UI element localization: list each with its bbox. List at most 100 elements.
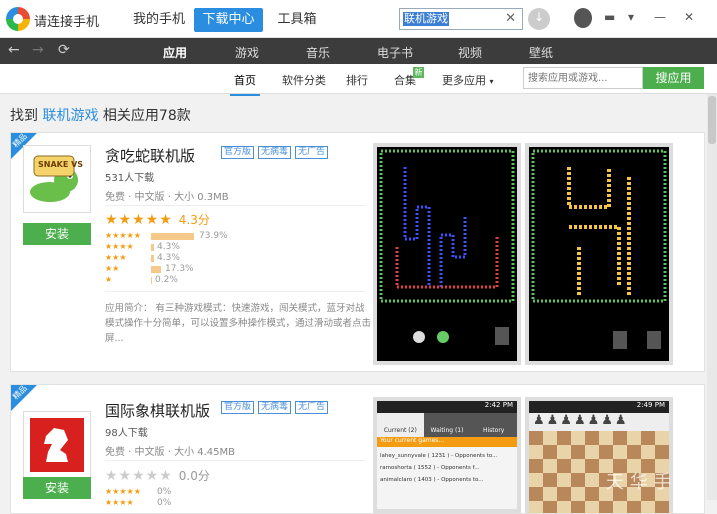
download-icon[interactable] (528, 8, 550, 30)
watermark-text: 天 华 手 (606, 472, 672, 493)
notification-icon[interactable] (574, 8, 592, 28)
rating-score: 4.3分 (178, 213, 210, 227)
row-percent: 73.9% (199, 231, 228, 241)
row-percent: 4.3% (157, 242, 180, 252)
app-logo-icon (6, 7, 30, 31)
category-nav: ← → ⟳ 应用 游戏 音乐 电子书 视频 壁纸 (0, 38, 717, 67)
chess-tabs: Current (2) Waiting (1) History (377, 413, 517, 437)
rating: ★★★★★ 0.0分 (105, 467, 210, 484)
download-count: 98人下载 (105, 428, 148, 439)
rating: ★★★★★ 4.3分 (105, 211, 210, 228)
category-games[interactable]: 游戏 (235, 44, 259, 61)
screenshot-2[interactable] (525, 143, 673, 365)
category-ebooks[interactable]: 电子书 (377, 44, 413, 61)
status-bar: 2:49 PM (529, 401, 669, 413)
row-stars: ★★★ (105, 253, 127, 262)
row-stars: ★★★★★ (105, 231, 141, 240)
chess-tab: History (483, 427, 505, 434)
chess-toprow: ♟♟♟♟♟♟♟ (529, 413, 669, 431)
category-apps[interactable]: 应用 (163, 44, 187, 67)
row-percent: 0% (157, 487, 172, 497)
install-button[interactable]: 安装 (23, 477, 91, 499)
row-percent: 17.3% (165, 264, 194, 274)
download-count: 531人下载 (105, 173, 155, 184)
tag-official: 官方版 (221, 146, 255, 159)
tag-ad-free: 无广告 (295, 401, 329, 414)
divider (105, 205, 365, 206)
new-badge: 新 (413, 67, 424, 78)
chess-row: lahey_sunnyvale ( 1231 ) - Opponents to.… (380, 453, 498, 459)
restore-icon[interactable]: ▾ (628, 10, 634, 24)
menu-icon[interactable]: ▬ (604, 10, 615, 24)
category-music[interactable]: 音乐 (306, 44, 330, 61)
chess-tab: Current (2) (377, 413, 424, 437)
search-apps-button[interactable]: 搜应用 (643, 67, 704, 89)
install-button[interactable]: 安装 (23, 223, 91, 245)
status-time: 2:49 PM (636, 401, 665, 409)
app-meta: 免费 · 中文版 · 大小 0.3MB (105, 192, 229, 203)
result-count: 相关应用78款 (102, 108, 191, 124)
category-video[interactable]: 视频 (458, 44, 482, 61)
row-bar (151, 277, 152, 284)
chess-app-icon[interactable] (23, 411, 91, 479)
chevron-down-icon: ▾ (489, 77, 494, 86)
subnav-home[interactable]: 首页 (230, 72, 260, 96)
screenshot-3[interactable]: 2:42 PM Current (2) Waiting (1) History … (373, 397, 521, 513)
top-search-input[interactable]: 联机游戏 ✕ (399, 8, 523, 30)
status-bar: 2:42 PM (377, 401, 517, 413)
app-name[interactable]: 贪吃蛇联机版 (105, 145, 195, 166)
tab-download-center[interactable]: 下载中心 (194, 8, 263, 32)
chess-header: Your current games... (377, 437, 517, 447)
divider (105, 460, 365, 461)
snake-icon-text: SNAKE VS (38, 160, 84, 169)
scrollbar-thumb[interactable] (708, 96, 716, 144)
forward-icon[interactable]: → (32, 42, 44, 58)
app-tags: 官方版 无病毒 无广告 (221, 146, 329, 159)
row-stars: ★★★★ (105, 498, 134, 507)
subnav-ranking[interactable]: 排行 (346, 72, 368, 88)
row-bar (151, 266, 161, 273)
row-stars: ★ (105, 275, 113, 284)
row-bar (151, 255, 154, 262)
minimize-icon[interactable]: — (654, 10, 666, 24)
subnav-categories[interactable]: 软件分类 (282, 72, 326, 88)
chess-row: animalclaro ( 1403 ) - Opponents to... (380, 477, 484, 483)
category-wallpaper[interactable]: 壁纸 (529, 44, 553, 61)
screenshot-4[interactable]: 2:49 PM ♟♟♟♟♟♟♟ (525, 397, 673, 513)
top-search-value: 联机游戏 (403, 12, 449, 26)
row-stars: ★★ (105, 264, 120, 273)
app-name[interactable]: 国际象棋联机版 (105, 400, 210, 421)
top-bar: 请连接手机 我的手机 下载中心 工具箱 联机游戏 ✕ ▬ ▾ — ✕ (0, 0, 717, 38)
tag-virus-free: 无病毒 (258, 146, 292, 159)
app-card: 精品 安装 国际象棋联机版 官方版 无病毒 无广告 98人下载 免费 · 中文版… (10, 384, 705, 514)
result-keyword: 联机游戏 (42, 108, 99, 124)
result-summary: 找到 联机游戏 相关应用78款 (10, 105, 191, 125)
app-search-field[interactable] (523, 67, 643, 89)
row-bar (151, 233, 194, 240)
tab-toolbox[interactable]: 工具箱 (270, 8, 324, 32)
clear-search-icon[interactable]: ✕ (505, 11, 516, 26)
back-icon[interactable]: ← (8, 42, 20, 58)
app-search-input[interactable] (524, 68, 642, 88)
close-window-icon[interactable]: ✕ (684, 10, 694, 24)
subnav-more-apps[interactable]: 更多应用 ▾ (442, 72, 494, 88)
row-percent: 4.3% (157, 253, 180, 263)
refresh-icon[interactable]: ⟳ (58, 42, 70, 58)
snake-app-icon[interactable]: SNAKE VS (23, 145, 91, 213)
rating-stars: ★★★★★ (105, 212, 173, 228)
result-prefix: 找到 (10, 108, 38, 124)
tab-my-phone[interactable]: 我的手机 (128, 8, 190, 32)
divider (105, 291, 365, 292)
row-stars: ★★★★★ (105, 487, 141, 496)
rating-stars: ★★★★★ (105, 468, 173, 484)
screenshot-1[interactable] (373, 143, 521, 365)
tag-ad-free: 无广告 (295, 146, 329, 159)
tag-virus-free: 无病毒 (258, 401, 292, 414)
app-title: 请连接手机 (34, 15, 100, 30)
status-time: 2:42 PM (484, 401, 513, 409)
row-bar (151, 244, 154, 251)
app-tags: 官方版 无病毒 无广告 (221, 401, 329, 414)
app-meta: 免费 · 中文版 · 大小 4.45MB (105, 447, 236, 458)
tag-official: 官方版 (221, 401, 255, 414)
page-scrollbar[interactable] (707, 94, 717, 500)
